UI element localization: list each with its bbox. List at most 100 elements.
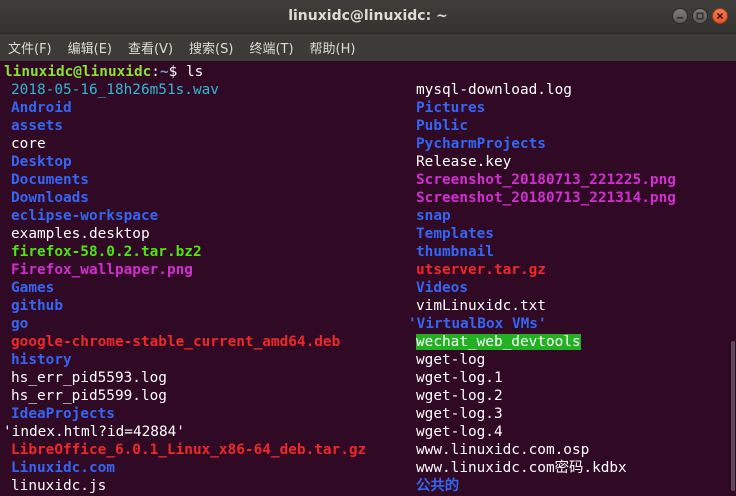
file-name: wechat_web_devtools [416, 334, 581, 350]
file-name: firefox-58.0.2.tar.bz2 [11, 244, 202, 260]
file-name: snap [416, 208, 451, 224]
file-entry: Games [11, 279, 54, 297]
file-name: 公共的 [416, 478, 460, 494]
file-entry: wget-log.2 [416, 387, 503, 405]
file-name: Pictures [416, 100, 486, 116]
file-name: Downloads [11, 190, 89, 206]
file-entry: utserver.tar.gz [416, 261, 546, 279]
file-entry: wget-log.4 [416, 423, 503, 441]
file-name: linuxidc.js [11, 478, 107, 494]
file-name: thumbnail [416, 244, 494, 260]
file-name: mysql-download.log [416, 82, 572, 98]
file-entry: Videos [416, 279, 468, 297]
file-entry: wget-log [416, 351, 485, 369]
title-bar[interactable]: linuxidc@linuxidc: ~ [0, 0, 736, 34]
file-entry: Release.key [416, 153, 511, 171]
maximize-button[interactable] [692, 8, 708, 24]
file-name: Screenshot_20180713_221225.png [416, 172, 676, 188]
file-name: core [11, 136, 46, 152]
file-name: history [11, 352, 72, 368]
file-name: PycharmProjects [416, 136, 546, 152]
file-entry: assets [11, 117, 63, 135]
file-name: eclipse-workspace [11, 208, 159, 224]
file-entry: 'index.html?id=42884' [3, 423, 185, 441]
file-name: IdeaProjects [11, 406, 115, 422]
file-name: Public [416, 118, 468, 134]
minimize-button[interactable] [672, 8, 688, 24]
file-entry: LibreOffice_6.0.1_Linux_x86-64_deb.tar.g… [11, 441, 366, 459]
file-entry: google-chrome-stable_current_amd64.deb [11, 333, 340, 351]
close-button[interactable] [712, 8, 728, 24]
file-entry: www.linuxidc.com密码.kdbx [416, 459, 627, 477]
file-entry: eclipse-workspace [11, 207, 158, 225]
file-name: wget-log [416, 352, 486, 368]
file-name: utserver.tar.gz [416, 262, 546, 278]
file-entry: mysql-download.log [416, 81, 572, 99]
file-name: Templates [416, 226, 494, 242]
file-entry: PycharmProjects [416, 135, 546, 153]
file-entry: IdeaProjects [11, 405, 115, 423]
file-name: Linuxidc.com [11, 460, 115, 476]
file-name: Desktop [11, 154, 72, 170]
file-name: examples.desktop [11, 226, 150, 242]
file-name: LibreOffice_6.0.1_Linux_x86-64_deb.tar.g… [11, 442, 367, 458]
file-entry: Downloads [11, 189, 89, 207]
maximize-icon [696, 12, 704, 20]
scrollbar[interactable] [730, 61, 736, 496]
prompt-line: linuxidc@linuxidc:~$ ls [4, 63, 203, 81]
prompt-separator: : [151, 64, 160, 80]
file-entry: Android [11, 99, 72, 117]
file-name: vimLinuxidc.txt [416, 298, 546, 314]
file-entry: hs_err_pid5599.log [11, 387, 167, 405]
file-entry: Screenshot_20180713_221225.png [416, 171, 676, 189]
file-entry: Pictures [416, 99, 485, 117]
file-name: Documents [11, 172, 89, 188]
file-name: wget-log.2 [416, 388, 503, 404]
file-entry: hs_err_pid5593.log [11, 369, 167, 387]
file-entry: 'VirtualBox VMs' [408, 315, 547, 333]
file-name: 'VirtualBox VMs' [408, 316, 547, 332]
file-entry: Firefox_wallpaper.png [11, 261, 193, 279]
terminal-output[interactable]: linuxidc@linuxidc:~$ ls 2018-05-16_18h26… [0, 61, 736, 496]
file-entry: history [11, 351, 72, 369]
file-entry: examples.desktop [11, 225, 150, 243]
file-entry: Desktop [11, 153, 72, 171]
file-entry: Public [416, 117, 468, 135]
scrollbar-thumb[interactable] [731, 341, 735, 491]
file-entry: github [11, 297, 63, 315]
file-entry: wget-log.1 [416, 369, 503, 387]
file-entry: Templates [416, 225, 494, 243]
file-name: Release.key [416, 154, 512, 170]
file-name: hs_err_pid5593.log [11, 370, 167, 386]
file-name: wget-log.4 [416, 424, 503, 440]
menu-edit[interactable]: 编辑(E) [68, 38, 120, 57]
menu-file[interactable]: 文件(F) [8, 38, 60, 57]
file-name: Games [11, 280, 55, 296]
file-name: 2018-05-16_18h26m51s.wav [11, 82, 219, 98]
file-name: Screenshot_20180713_221314.png [416, 190, 676, 206]
file-name: www.linuxidc.com.osp [416, 442, 590, 458]
menu-terminal[interactable]: 终端(T) [249, 38, 301, 57]
terminal-window: linuxidc@linuxidc: ~ 文件(F) 编辑(E) 查看(V) 搜… [0, 0, 736, 496]
prompt-path: ~ [159, 64, 169, 80]
window-title: linuxidc@linuxidc: ~ [288, 8, 448, 24]
menu-search[interactable]: 搜索(S) [189, 38, 241, 57]
file-entry: firefox-58.0.2.tar.bz2 [11, 243, 202, 261]
close-icon [716, 12, 724, 20]
menu-help[interactable]: 帮助(H) [310, 38, 364, 57]
file-name: wget-log.3 [416, 406, 503, 422]
command-text: ls [185, 64, 204, 80]
file-name: assets [11, 118, 63, 134]
file-name: google-chrome-stable_current_amd64.deb [11, 334, 341, 350]
file-entry: thumbnail [416, 243, 494, 261]
prompt-user-host: linuxidc@linuxidc [4, 64, 152, 80]
file-name: Android [11, 100, 72, 116]
menu-bar: 文件(F) 编辑(E) 查看(V) 搜索(S) 终端(T) 帮助(H) [0, 34, 736, 61]
file-name: Videos [416, 280, 468, 296]
file-name: hs_err_pid5599.log [11, 388, 167, 404]
menu-view[interactable]: 查看(V) [128, 38, 181, 57]
window-controls [672, 8, 728, 24]
file-name: github [11, 298, 63, 314]
file-name: www.linuxidc.com密码.kdbx [416, 460, 627, 476]
file-entry: 2018-05-16_18h26m51s.wav [11, 81, 219, 99]
